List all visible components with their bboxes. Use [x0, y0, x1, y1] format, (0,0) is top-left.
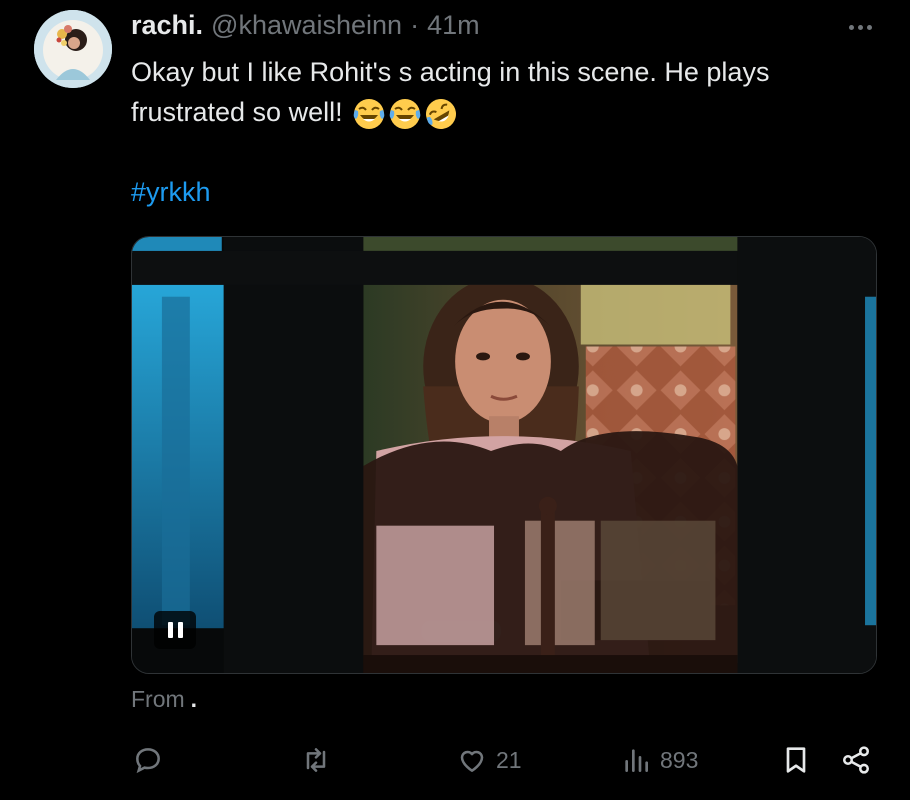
heart-icon: [460, 750, 484, 772]
views-button[interactable]: 893: [620, 738, 698, 782]
from-source[interactable]: .: [191, 686, 197, 712]
share-button[interactable]: [840, 738, 872, 782]
header-separator: ·: [410, 10, 420, 40]
more-dot-icon: [848, 24, 854, 30]
video-frame: [132, 237, 876, 673]
more-options-button[interactable]: [843, 16, 877, 38]
retweet-button[interactable]: [300, 738, 340, 782]
display-name[interactable]: rachi.: [131, 10, 203, 41]
views-chart-icon: [625, 749, 648, 772]
avatar[interactable]: [34, 10, 112, 88]
retweet-icon: [306, 748, 326, 772]
like-count: 21: [496, 746, 522, 773]
from-label: From: [131, 686, 185, 712]
user-handle[interactable]: @khawaisheinn: [211, 10, 402, 41]
hashtag-link[interactable]: #yrkkh: [131, 172, 211, 212]
video-player[interactable]: [131, 236, 877, 674]
rolling-on-the-floor-laughing-icon: [424, 97, 458, 131]
more-dot-icon: [857, 24, 863, 30]
reply-button[interactable]: [132, 738, 172, 782]
tweet: rachi. @khawaisheinn · 41m Okay but I li…: [0, 0, 910, 800]
from-attribution: From.: [131, 684, 197, 714]
share-icon: [843, 746, 869, 774]
action-bar: 21 893: [0, 738, 910, 782]
tweet-text: Okay but I like Rohit's s acting in this…: [131, 52, 871, 132]
face-with-tears-of-joy-icon: [388, 97, 422, 131]
timestamp[interactable]: 41m: [427, 10, 480, 41]
pause-button[interactable]: [154, 611, 196, 649]
reply-icon: [136, 748, 160, 774]
bookmark-icon: [786, 747, 806, 773]
tweet-header: rachi. @khawaisheinn · 41m: [131, 10, 480, 44]
pause-icon: [167, 622, 173, 638]
more-dot-icon: [866, 24, 872, 30]
bookmark-button[interactable]: [780, 738, 812, 782]
face-with-tears-of-joy-icon: [352, 97, 386, 131]
views-count: 893: [660, 746, 699, 773]
like-button[interactable]: 21: [456, 738, 522, 782]
pause-icon: [177, 622, 183, 638]
